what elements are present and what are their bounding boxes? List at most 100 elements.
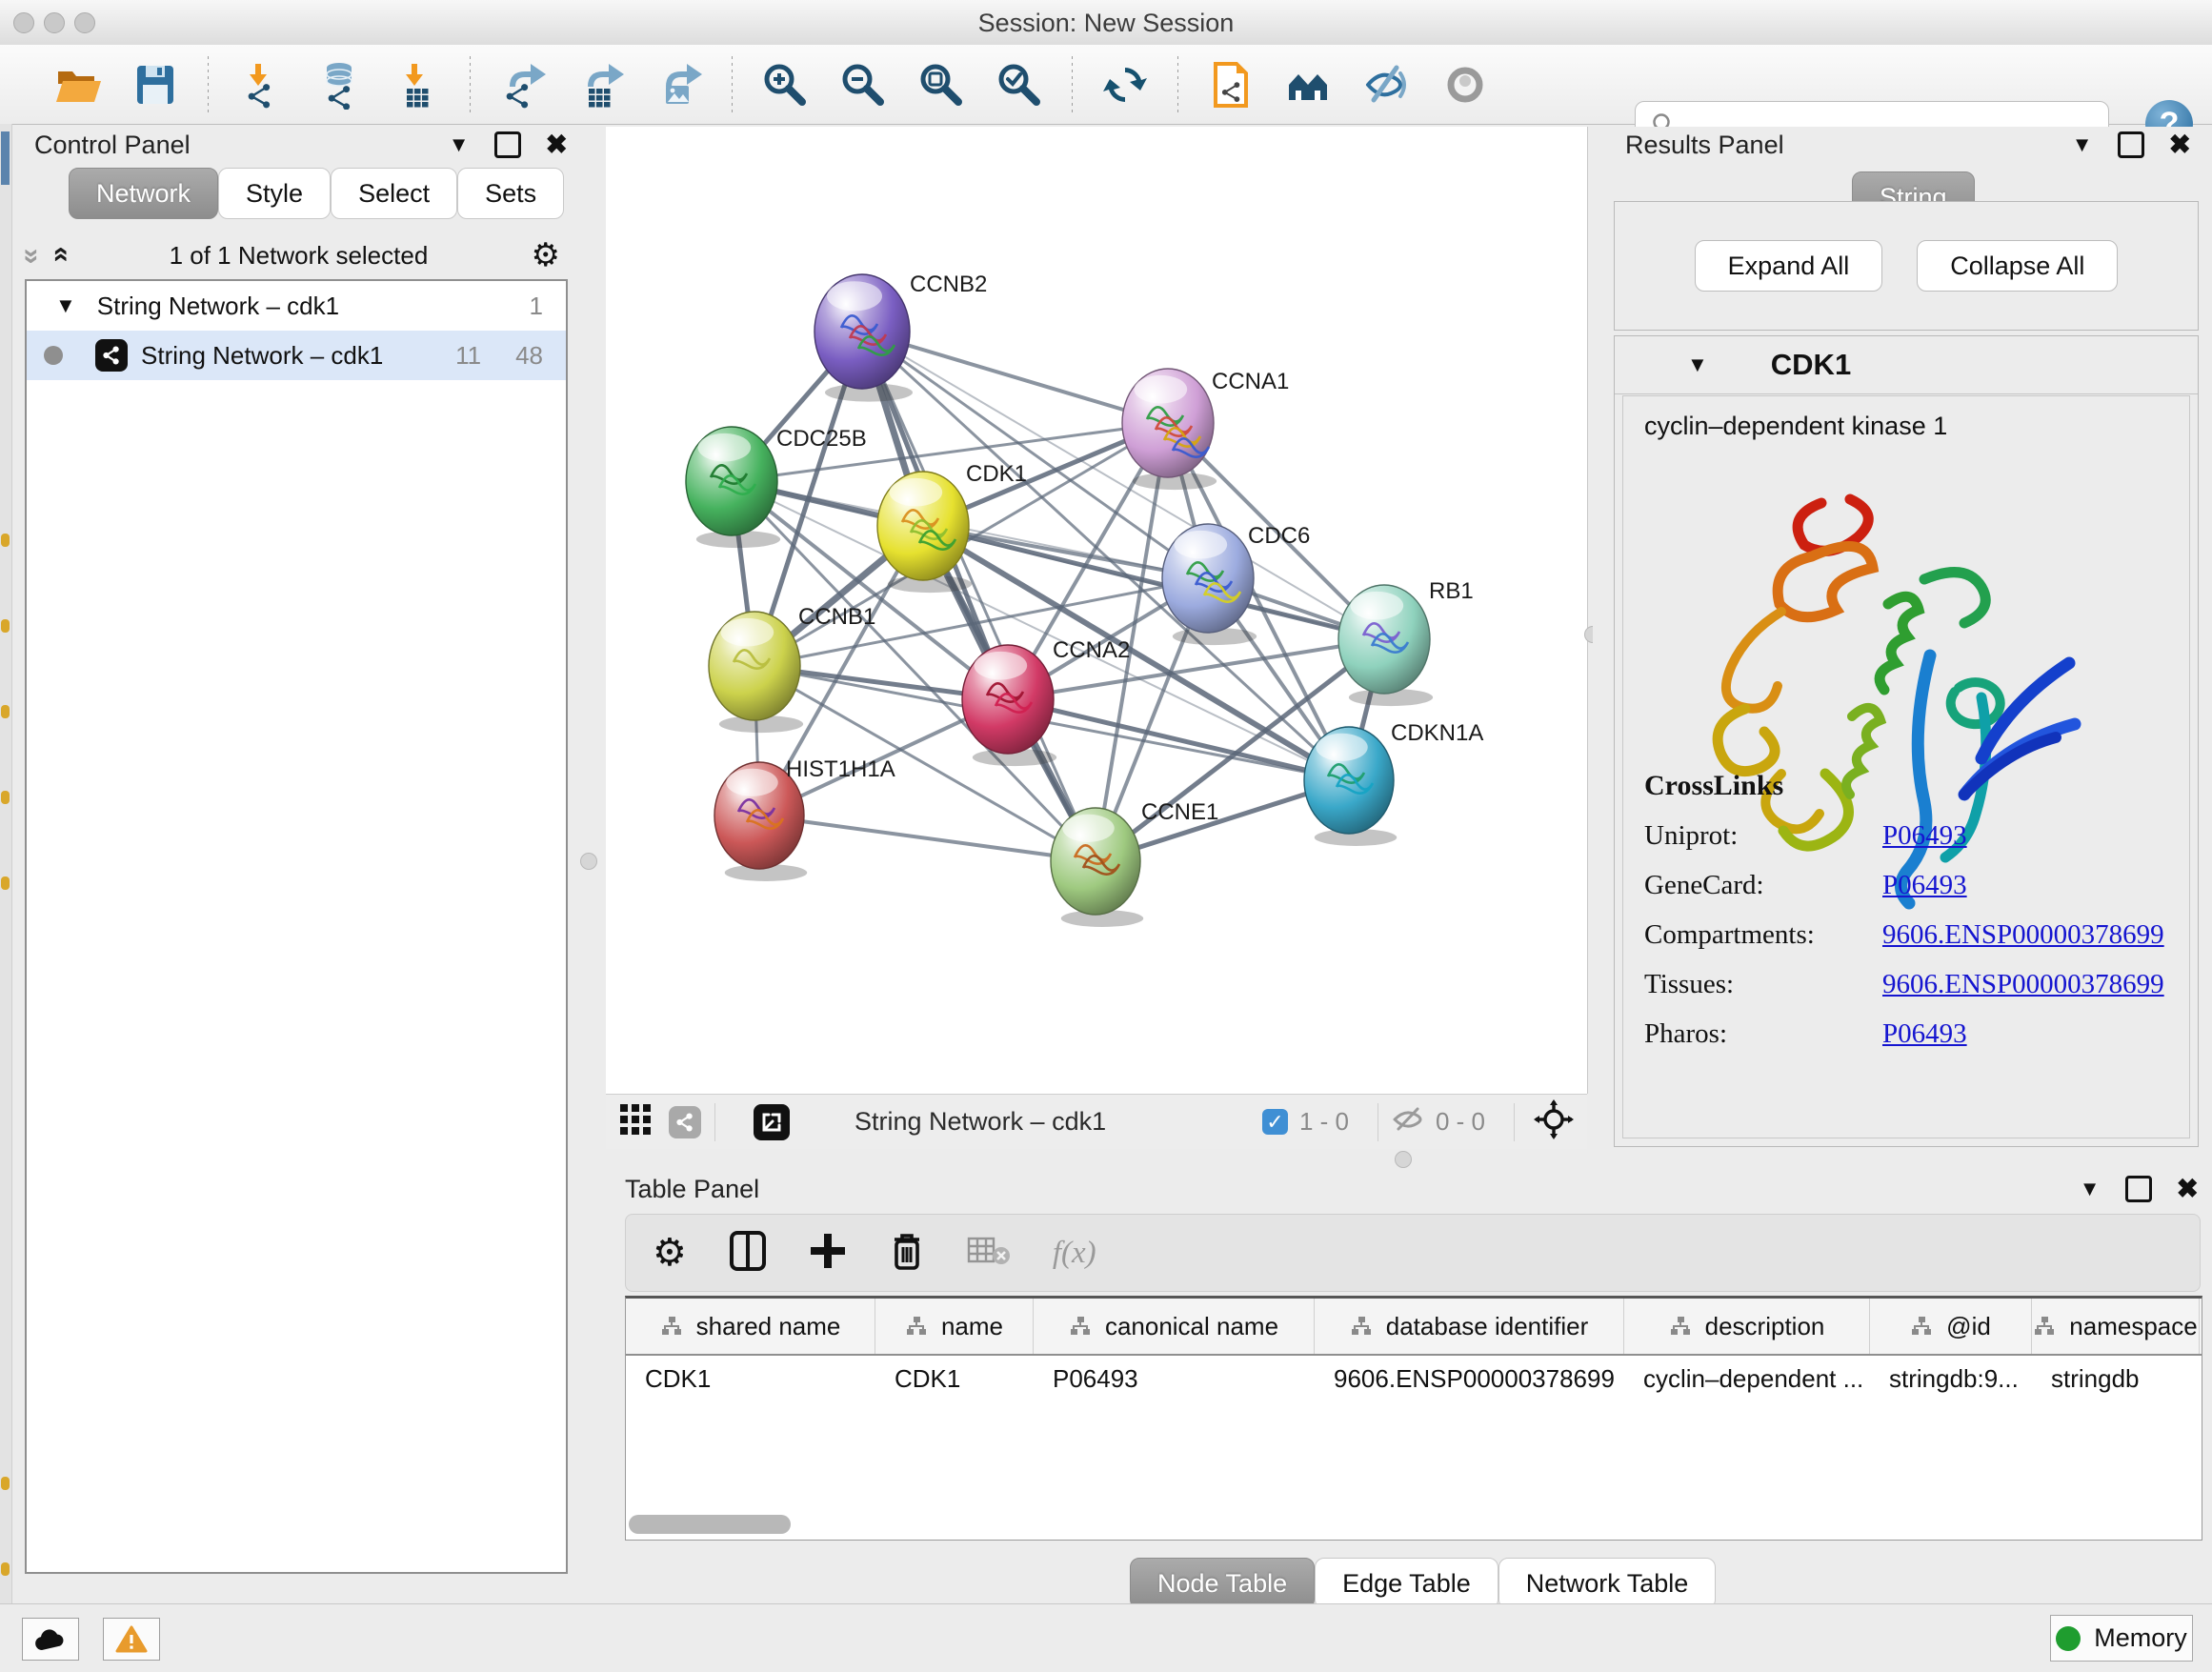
tab-select[interactable]: Select	[331, 168, 457, 219]
network-options-gear-icon[interactable]: ⚙	[532, 236, 560, 274]
column-header-description[interactable]: description	[1624, 1299, 1870, 1354]
column-header-namespace[interactable]: namespace	[2032, 1299, 2200, 1354]
expand-all-networks-icon[interactable]: »	[43, 249, 75, 263]
collection-expander-icon[interactable]: ▼	[55, 293, 76, 318]
column-type-icon	[1350, 1316, 1373, 1337]
gene-expander-icon[interactable]: ▼	[1687, 353, 1708, 377]
crosslink-link[interactable]: P06493	[1882, 1018, 1967, 1050]
zoom-fit-icon[interactable]	[915, 58, 968, 111]
table-cell[interactable]: P06493	[1034, 1364, 1315, 1394]
save-session-icon[interactable]	[129, 58, 182, 111]
open-in-window-icon[interactable]	[754, 1104, 790, 1140]
birdseye-grid-icon[interactable]	[619, 1103, 652, 1140]
crosslink-link[interactable]: P06493	[1882, 870, 1967, 901]
node-CCNE1[interactable]: CCNE1	[1051, 799, 1218, 927]
column-header-database-identifier[interactable]: database identifier	[1315, 1299, 1624, 1354]
import-table-icon[interactable]	[391, 58, 444, 111]
bottom-splitter-handle[interactable]	[1395, 1151, 1412, 1168]
table-cell[interactable]: cyclin–dependent ...	[1624, 1364, 1870, 1394]
zoom-out-icon[interactable]	[836, 58, 890, 111]
new-network-from-file-icon[interactable]	[1204, 58, 1257, 111]
node-label-CCNA1: CCNA1	[1212, 369, 1289, 394]
add-column-icon[interactable]	[809, 1232, 847, 1275]
collapse-panel-icon[interactable]: ▼	[2080, 1177, 2101, 1201]
crosslink-row: GeneCard:P06493	[1644, 870, 2164, 901]
zoom-in-icon[interactable]	[758, 58, 812, 111]
left-splitter-handle[interactable]	[580, 853, 597, 870]
crosslink-row: Tissues:9606.ENSP00000378699	[1644, 969, 2164, 1000]
tab-edge-table[interactable]: Edge Table	[1315, 1558, 1498, 1609]
network-graph[interactable]: CCNB2CCNA1CDC25BCDK1CDC6RB1CCNB1CCNA2CDK…	[606, 127, 1587, 1094]
edge-HIST1H1A-CCNE1[interactable]	[759, 816, 1096, 861]
current-network-dot	[44, 346, 63, 365]
column-header-canonical-name[interactable]: canonical name	[1034, 1299, 1315, 1354]
crosslink-link[interactable]: P06493	[1882, 820, 1967, 852]
tab-network[interactable]: Network	[69, 168, 218, 219]
show-columns-icon[interactable]	[729, 1230, 767, 1277]
sliver-fragment	[1, 131, 10, 185]
export-image-icon[interactable]	[653, 58, 706, 111]
tab-style[interactable]: Style	[218, 168, 331, 219]
crosslink-link[interactable]: 9606.ENSP00000378699	[1882, 919, 2164, 951]
gene-header-row[interactable]: ▼ CDK1	[1615, 336, 2198, 394]
collapse-all-button[interactable]: Collapse All	[1917, 240, 2118, 292]
string-home-icon[interactable]	[1282, 58, 1336, 111]
table-cell[interactable]: 9606.ENSP00000378699	[1315, 1364, 1624, 1394]
edge-CCNB2-CCNE1[interactable]	[862, 332, 1096, 861]
node-CCNB2[interactable]: CCNB2	[814, 272, 987, 402]
import-network-file-icon[interactable]	[234, 58, 288, 111]
network-share-icon[interactable]	[669, 1106, 701, 1138]
expand-all-button[interactable]: Expand All	[1695, 240, 1883, 292]
network-collection-row[interactable]: ▼ String Network – cdk1 1	[27, 281, 566, 331]
table-cell[interactable]: stringdb	[2032, 1364, 2200, 1394]
delete-column-trash-icon[interactable]	[889, 1230, 925, 1277]
tab-network-table[interactable]: Network Table	[1498, 1558, 1717, 1609]
export-table-icon[interactable]	[574, 58, 628, 111]
table-settings-gear-icon[interactable]: ⚙	[653, 1231, 687, 1275]
memory-button[interactable]: Memory	[2050, 1615, 2193, 1662]
float-panel-icon[interactable]	[494, 131, 521, 158]
network-canvas[interactable]: CCNB2CCNA1CDC25BCDK1CDC6RB1CCNB1CCNA2CDK…	[606, 127, 1588, 1094]
node-CDKN1A[interactable]: CDKN1A	[1304, 720, 1483, 846]
crosslink-link[interactable]: 9606.ENSP00000378699	[1882, 969, 2164, 1000]
node-HIST1H1A[interactable]: HIST1H1A	[714, 756, 895, 881]
node-CCNA1[interactable]: CCNA1	[1122, 369, 1289, 490]
export-network-icon[interactable]	[496, 58, 550, 111]
column-header-shared-name[interactable]: shared name	[626, 1299, 875, 1354]
node-CCNB1[interactable]: CCNB1	[709, 604, 875, 733]
table-horizontal-scrollbar[interactable]	[629, 1515, 791, 1534]
warnings-button[interactable]	[103, 1618, 160, 1661]
hide-selected-icon[interactable]	[1360, 58, 1414, 111]
table-cell[interactable]: CDK1	[626, 1364, 875, 1394]
fit-selected-crosshair-icon[interactable]	[1534, 1099, 1574, 1144]
cloud-status-button[interactable]	[22, 1618, 79, 1661]
tab-sets[interactable]: Sets	[457, 168, 564, 219]
open-session-icon[interactable]	[50, 58, 104, 111]
table-row[interactable]: CDK1CDK1P064939606.ENSP00000378699cyclin…	[626, 1356, 2202, 1401]
zoom-selected-icon[interactable]	[993, 58, 1046, 111]
collapse-panel-icon[interactable]: ▼	[2072, 132, 2093, 157]
show-hidden-icon[interactable]	[1438, 58, 1492, 111]
node-RB1[interactable]: RB1	[1338, 578, 1474, 706]
selected-nodes-checkbox[interactable]: ✓	[1262, 1109, 1288, 1135]
edge-CCNA2-CDKN1A[interactable]	[1008, 699, 1349, 780]
refresh-icon[interactable]	[1098, 58, 1152, 111]
close-panel-icon[interactable]: ✖	[2177, 1173, 2199, 1204]
sliver-fragment	[1, 791, 10, 804]
collapse-panel-icon[interactable]: ▼	[449, 132, 470, 157]
node-label-CCNE1: CCNE1	[1141, 799, 1218, 825]
table-cell[interactable]: stringdb:9...	[1870, 1364, 2032, 1394]
float-panel-icon[interactable]	[2118, 131, 2144, 158]
close-panel-icon[interactable]: ✖	[2169, 129, 2191, 160]
network-node-count: 11	[455, 341, 481, 371]
node-table[interactable]: shared namenamecanonical namedatabase id…	[625, 1296, 2202, 1541]
network-row-selected[interactable]: String Network – cdk1 11 48	[27, 331, 566, 380]
import-network-database-icon[interactable]	[312, 58, 366, 111]
close-panel-icon[interactable]: ✖	[546, 129, 568, 160]
column-header-name[interactable]: name	[875, 1299, 1034, 1354]
edge-CDC25B-CDC6[interactable]	[732, 481, 1208, 578]
tab-node-table[interactable]: Node Table	[1130, 1558, 1315, 1609]
table-cell[interactable]: CDK1	[875, 1364, 1034, 1394]
float-panel-icon[interactable]	[2125, 1176, 2152, 1202]
column-header--id[interactable]: @id	[1870, 1299, 2032, 1354]
